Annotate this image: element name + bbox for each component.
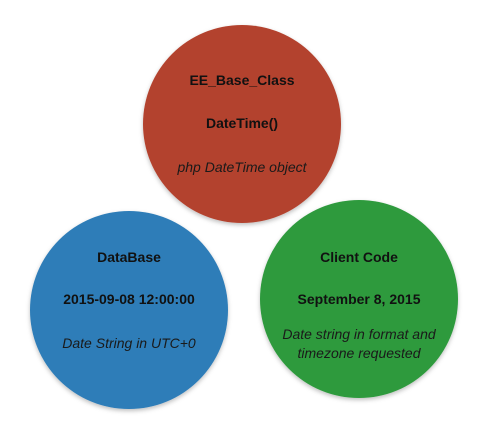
node-client-code: Client Code September 8, 2015 Date strin… xyxy=(260,200,458,398)
node-title: Client Code xyxy=(320,249,398,265)
node-desc: php DateTime object xyxy=(176,159,307,175)
node-desc-line-2: timezone requested xyxy=(298,345,422,361)
node-database: DataBase 2015-09-08 12:00:00 Date String… xyxy=(30,211,228,409)
diagram: EE_Base_Class DateTime() php DateTime ob… xyxy=(30,25,458,409)
node-desc-line-1: Date string in format and xyxy=(282,326,437,342)
node-value: September 8, 2015 xyxy=(298,291,421,307)
node-desc: Date String in UTC+0 xyxy=(62,335,196,351)
node-title: DataBase xyxy=(97,249,161,265)
node-value: DateTime() xyxy=(206,115,278,131)
node-circle xyxy=(30,211,228,409)
node-ee-base-class: EE_Base_Class DateTime() php DateTime ob… xyxy=(143,25,341,223)
node-title: EE_Base_Class xyxy=(189,72,294,88)
node-value: 2015-09-08 12:00:00 xyxy=(63,291,195,307)
